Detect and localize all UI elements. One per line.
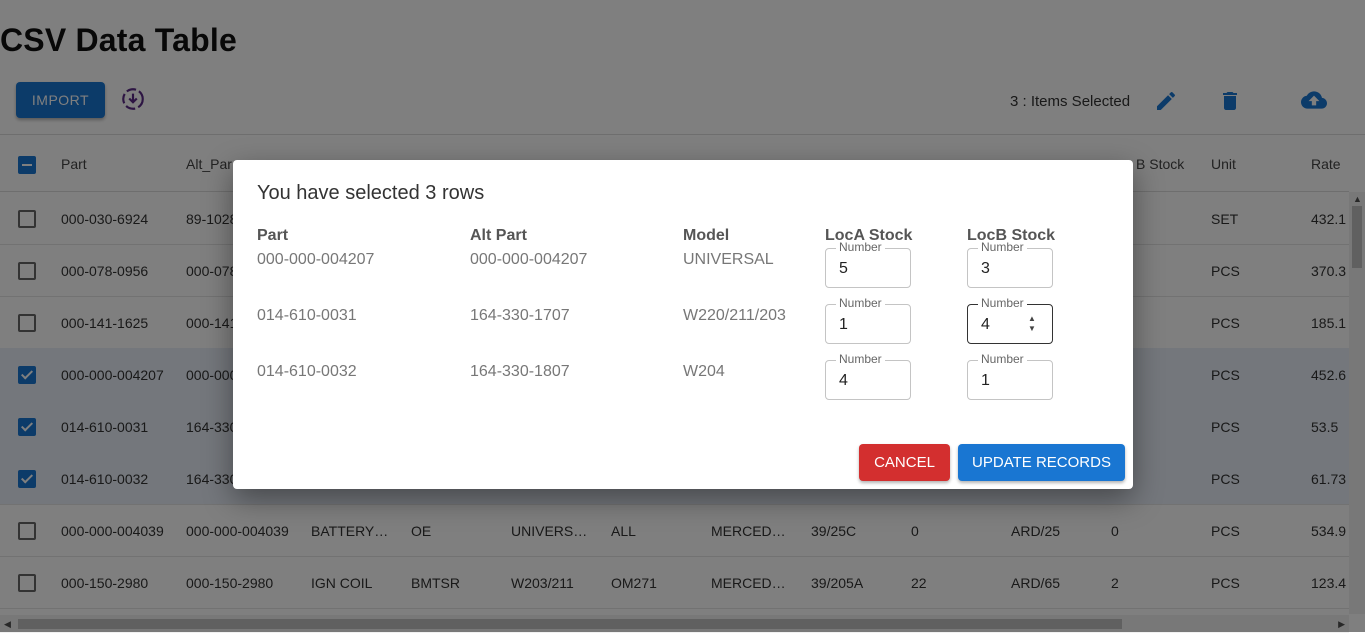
field-label: Number	[978, 240, 1027, 254]
field-label: Number	[836, 296, 885, 310]
update-records-button[interactable]: UPDATE RECORDS	[958, 444, 1125, 481]
dialog-title: You have selected 3 rows	[257, 182, 485, 204]
dialog-header-part: Part	[257, 227, 289, 244]
field-label: Number	[836, 240, 885, 254]
field-value: 5	[839, 260, 848, 277]
locb-stock-input[interactable]: Number 1	[967, 352, 1053, 400]
dialog-model: UNIVERSAL	[683, 251, 774, 268]
field-value: 1	[839, 316, 848, 333]
dialog-model: W204	[683, 363, 725, 380]
field-value: 4	[981, 316, 990, 333]
field-value: 1	[981, 372, 990, 389]
dialog-model: W220/211/203	[683, 307, 786, 324]
loca-stock-input[interactable]: Number 1	[825, 296, 911, 344]
loca-stock-input[interactable]: Number 5	[825, 240, 911, 288]
cancel-button[interactable]: CANCEL	[859, 444, 950, 481]
dialog-alt-part: 000-000-004207	[470, 251, 588, 268]
locb-stock-input[interactable]: Number 3	[967, 240, 1053, 288]
field-value: 4	[839, 372, 848, 389]
dialog-part: 014-610-0031	[257, 307, 357, 324]
dialog-part: 014-610-0032	[257, 363, 357, 380]
locb-stock-input[interactable]: Number 4 ▲ ▼	[967, 296, 1053, 344]
dialog-header-model: Model	[683, 227, 730, 244]
dialog-header-alt-part: Alt Part	[470, 227, 527, 244]
field-value: 3	[981, 260, 990, 277]
edit-stock-dialog: You have selected 3 rows Part Alt Part M…	[233, 160, 1133, 489]
number-spinner-icon[interactable]: ▲ ▼	[1026, 314, 1038, 334]
field-label: Number	[836, 352, 885, 366]
field-label: Number	[978, 296, 1027, 310]
dialog-part: 000-000-004207	[257, 251, 375, 268]
loca-stock-input[interactable]: Number 4	[825, 352, 911, 400]
dialog-alt-part: 164-330-1807	[470, 363, 570, 380]
field-label: Number	[978, 352, 1027, 366]
dialog-alt-part: 164-330-1707	[470, 307, 570, 324]
